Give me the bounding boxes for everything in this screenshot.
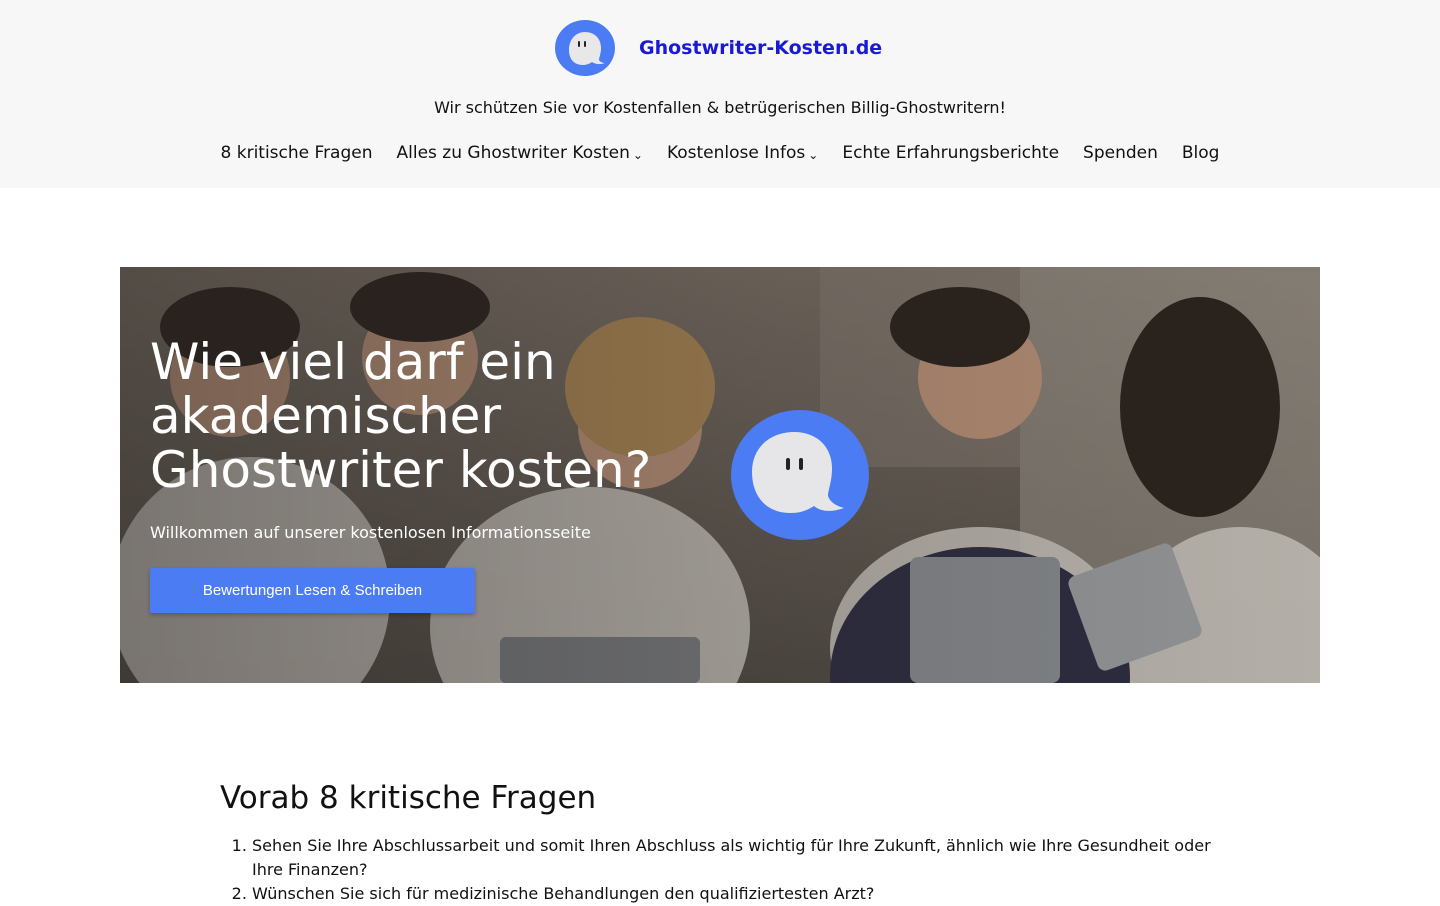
hero-banner: Wie viel darf ein akademischer Ghostwrit… bbox=[120, 267, 1320, 683]
hero-title: Wie viel darf ein akademischer Ghostwrit… bbox=[150, 333, 652, 499]
hero-subtitle: Willkommen auf unserer kostenlosen Infor… bbox=[150, 523, 591, 542]
site-tagline: Wir schützen Sie vor Kostenfallen & betr… bbox=[434, 98, 1006, 117]
site-header: Ghostwriter-Kosten.de Wir schützen Sie v… bbox=[0, 0, 1440, 188]
brand[interactable]: Ghostwriter-Kosten.de bbox=[555, 20, 882, 76]
nav-item-blog[interactable]: Blog bbox=[1182, 143, 1220, 163]
section-heading: Vorab 8 kritische Fragen bbox=[220, 780, 597, 816]
nav-item-label: Spenden bbox=[1083, 143, 1158, 163]
site-title-link[interactable]: Ghostwriter-Kosten.de bbox=[639, 37, 882, 59]
chevron-down-icon[interactable]: ⌄ bbox=[633, 149, 643, 163]
main-content: Vorab 8 kritische Fragen Sehen Sie Ihre … bbox=[220, 780, 1220, 906]
main-nav: 8 kritische Fragen Alles zu Ghostwriter … bbox=[0, 143, 1440, 163]
nav-item-ghostwriter-kosten[interactable]: Alles zu Ghostwriter Kosten ⌄ bbox=[397, 143, 643, 163]
nav-item-8-kritische-fragen[interactable]: 8 kritische Fragen bbox=[221, 143, 373, 163]
nav-item-erfahrungsberichte[interactable]: Echte Erfahrungsberichte bbox=[842, 143, 1059, 163]
ghost-logo-icon[interactable] bbox=[555, 20, 615, 76]
nav-item-spenden[interactable]: Spenden bbox=[1083, 143, 1158, 163]
list-item: Sehen Sie Ihre Abschlussarbeit und somit… bbox=[252, 834, 1220, 882]
reviews-button[interactable]: Bewertungen Lesen & Schreiben bbox=[150, 568, 475, 613]
nav-item-label: Alles zu Ghostwriter Kosten bbox=[396, 143, 630, 163]
list-item: Wünschen Sie sich für medizinische Behan… bbox=[252, 882, 1220, 906]
nav-item-label: 8 kritische Fragen bbox=[220, 143, 373, 163]
nav-item-label: Echte Erfahrungsberichte bbox=[842, 143, 1060, 163]
ghost-logo-icon bbox=[730, 410, 870, 540]
nav-item-label: Kostenlose Infos bbox=[666, 143, 806, 163]
questions-list: Sehen Sie Ihre Abschlussarbeit und somit… bbox=[220, 834, 1220, 906]
nav-item-kostenlose-infos[interactable]: Kostenlose Infos ⌄ bbox=[667, 143, 818, 163]
nav-item-label: Blog bbox=[1181, 143, 1220, 163]
chevron-down-icon[interactable]: ⌄ bbox=[808, 149, 818, 163]
